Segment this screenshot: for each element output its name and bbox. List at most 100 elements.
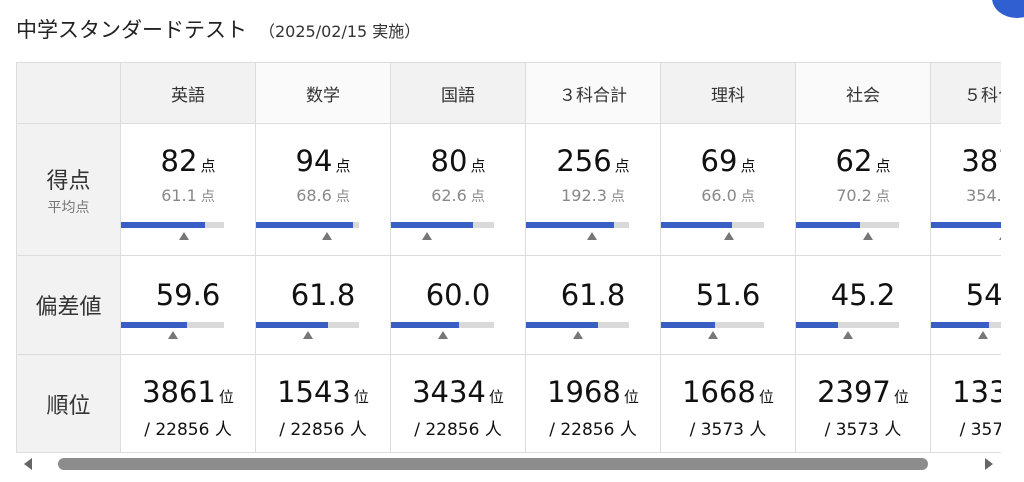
rank-cell: 1336位 / 3573 人 xyxy=(931,355,1001,453)
deviation-marker-icon xyxy=(572,331,583,339)
scroll-left-arrow-icon[interactable] xyxy=(24,458,32,470)
rank-unit: 位 xyxy=(488,388,504,406)
deviation-marker-icon xyxy=(437,331,448,339)
score-bar-fill xyxy=(256,222,353,228)
average-marker-icon xyxy=(863,232,874,240)
rank-number: 1668 xyxy=(682,375,756,409)
rank-unit: 位 xyxy=(758,388,774,406)
score-value: 62 点 xyxy=(796,144,930,178)
rank-number: 2397 xyxy=(817,375,891,409)
average-marker-icon xyxy=(586,232,597,240)
score-cell: 387点 354.5点 xyxy=(931,124,1001,256)
score-cell: 82 点 61.1 点 xyxy=(121,124,256,256)
rank-cell: 3861 位 / 22856 人 xyxy=(121,355,256,453)
score-value: 82 点 xyxy=(121,144,255,178)
deviation-value: 61.8 xyxy=(526,278,660,312)
score-cell: 256 点 192.3 点 xyxy=(526,124,661,256)
deviation-bar-fill xyxy=(121,322,187,328)
average-unit: 点 xyxy=(610,189,625,205)
scroll-thumb[interactable] xyxy=(58,458,928,470)
rank-value: 1336位 xyxy=(931,375,1001,409)
rank-total: / 22856 人 xyxy=(121,415,255,440)
rank-total: / 22856 人 xyxy=(256,415,390,440)
score-number: 82 xyxy=(160,144,198,178)
rank-total-unit: 人 xyxy=(884,420,902,440)
scroll-track[interactable] xyxy=(54,458,963,470)
rank-unit: 位 xyxy=(893,388,909,406)
score-unit: 点 xyxy=(614,157,630,175)
rank-total-number: / 22856 xyxy=(414,420,480,440)
rank-value: 3861 位 xyxy=(121,375,255,409)
score-number: 62 xyxy=(835,144,873,178)
deviation-value: 54.3 xyxy=(931,278,1001,312)
rank-value: 1668 位 xyxy=(661,375,795,409)
score-value: 256 点 xyxy=(526,144,660,178)
average-label: 平均点 xyxy=(47,199,90,216)
deviation-bar xyxy=(661,322,764,328)
horizontal-scrollbar[interactable] xyxy=(16,454,1001,474)
average-number: 66.0 xyxy=(701,186,737,205)
rank-cell: 1968 位 / 22856 人 xyxy=(526,355,661,453)
scroll-right-arrow-icon[interactable] xyxy=(985,458,993,470)
average-score: 68.6 点 xyxy=(256,186,390,206)
score-cell: 69 点 66.0 点 xyxy=(661,124,796,256)
deviation-marker-icon xyxy=(977,331,988,339)
average-unit: 点 xyxy=(740,189,755,205)
deviation-number: 59.6 xyxy=(155,278,221,312)
average-number: 70.2 xyxy=(836,186,872,205)
score-bar xyxy=(931,222,1001,228)
rank-total-number: / 3573 xyxy=(689,420,744,440)
page-title: 中学スタンダードテスト （2025/02/15 実施） xyxy=(16,14,420,44)
score-value: 94 点 xyxy=(256,144,390,178)
rank-number: 1543 xyxy=(277,375,351,409)
deviation-bar xyxy=(526,322,629,328)
header-corner xyxy=(17,63,121,124)
deviation-cell: 61.8 xyxy=(256,256,391,355)
rank-number: 3434 xyxy=(412,375,486,409)
deviation-label: 偏差値 xyxy=(35,295,102,320)
deviation-number: 61.8 xyxy=(560,278,626,312)
score-bar-fill xyxy=(391,222,474,228)
rank-total-unit: 人 xyxy=(749,420,767,440)
rank-row: 順位 3861 位/ 22856 人 1543 位/ 22856 人 3434 位/ 22… xyxy=(17,355,1001,453)
rank-total: / 3573 人 xyxy=(796,415,930,440)
score-value: 80 点 xyxy=(391,144,525,178)
header-row: 英語数学国語３科合計理科社会５科合計 xyxy=(17,63,1001,124)
rank-total: / 22856 人 xyxy=(391,415,525,440)
rank-total-number: / 3573 xyxy=(824,420,879,440)
subject-header: ５科合計 xyxy=(931,63,1001,124)
score-label: 得点 xyxy=(46,168,91,194)
deviation-bar-fill xyxy=(256,322,329,328)
score-row-label: 得点 平均点 xyxy=(17,124,121,256)
average-score: 192.3 点 xyxy=(526,186,660,206)
score-number: 94 xyxy=(295,144,333,178)
average-number: 61.1 xyxy=(161,186,197,205)
subject-header: 数学 xyxy=(256,63,391,124)
deviation-cell: 51.6 xyxy=(661,256,796,355)
rank-value: 1543 位 xyxy=(256,375,390,409)
average-marker-icon xyxy=(723,232,734,240)
deviation-value: 51.6 xyxy=(661,278,795,312)
corner-button[interactable] xyxy=(992,0,1024,18)
score-number: 387 xyxy=(961,144,1001,178)
deviation-marker-icon xyxy=(167,331,178,339)
average-marker-icon xyxy=(322,232,333,240)
deviation-marker-icon xyxy=(842,331,853,339)
average-marker-icon xyxy=(178,232,189,240)
deviation-number: 51.6 xyxy=(695,278,761,312)
score-number: 80 xyxy=(430,144,468,178)
deviation-bar xyxy=(931,322,1001,328)
rank-unit: 位 xyxy=(218,388,234,406)
score-unit: 点 xyxy=(200,157,216,175)
score-unit: 点 xyxy=(875,157,891,175)
average-score: 62.6 点 xyxy=(391,186,525,206)
deviation-cell: 59.6 xyxy=(121,256,256,355)
results-grid: 英語数学国語３科合計理科社会５科合計 得点 平均点 82点61.1点94点68.… xyxy=(16,62,1001,453)
deviation-cell: 61.8 xyxy=(526,256,661,355)
deviation-cell: 54.3 xyxy=(931,256,1001,355)
subject-header: 英語 xyxy=(121,63,256,124)
average-number: 354.5 xyxy=(966,186,1001,205)
rank-total-number: / 22856 xyxy=(279,420,345,440)
rank-total-number: / 22856 xyxy=(549,420,615,440)
deviation-bar xyxy=(121,322,224,328)
